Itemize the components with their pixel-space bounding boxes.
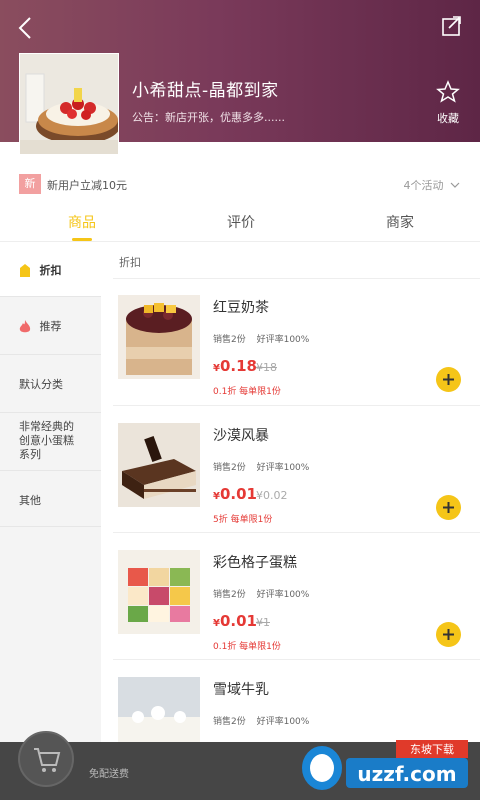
category-label: 其他 — [19, 494, 41, 507]
favorite-button[interactable]: 收藏 — [428, 80, 468, 126]
product-item[interactable]: 沙漠风暴 销售2份 好评率100% ¥0.01 ¥0.02 5折 每单限1份 — [101, 423, 480, 550]
share-button[interactable] — [440, 14, 464, 38]
discount-limit: 5折 每单限1份 — [213, 515, 273, 525]
watermark-main-text: uzzf.com — [357, 762, 456, 786]
new-user-badge: 新 — [19, 174, 41, 194]
flame-icon — [19, 320, 31, 333]
activities-count: 4个活动 — [403, 179, 444, 192]
chevron-down-icon — [450, 182, 460, 188]
currency-symbol: ¥ — [213, 491, 220, 502]
product-name: 红豆奶茶 — [213, 300, 269, 316]
tab-reviews[interactable]: 评价 — [211, 212, 271, 232]
category-label-line: 非常经典的 — [19, 420, 74, 433]
category-recommend[interactable]: 推荐 — [0, 297, 101, 355]
product-item[interactable]: 红豆奶茶 销售2份 好评率100% ¥0.18 ¥18 0.1折 每单限1份 — [101, 295, 480, 422]
activities-toggle[interactable]: 4个活动 — [404, 177, 461, 193]
product-image — [118, 550, 200, 634]
category-discount[interactable]: 折扣 — [0, 243, 101, 297]
sales-count: 销售2份 — [213, 335, 246, 345]
sales-count: 销售2份 — [213, 463, 246, 473]
discount-limit: 0.1折 每单限1份 — [213, 387, 281, 397]
section-title: 折扣 — [119, 256, 141, 269]
product-price: ¥0.01 — [213, 485, 257, 503]
original-price: ¥18 — [256, 361, 277, 374]
favorite-label: 收藏 — [437, 112, 459, 125]
product-stats: 销售2份 好评率100% — [213, 460, 309, 473]
rating-rate: 好评率100% — [256, 717, 310, 727]
product-name: 彩色格子蛋糕 — [213, 555, 297, 571]
currency-symbol: ¥ — [213, 363, 220, 374]
plus-icon — [443, 374, 454, 385]
divider — [113, 405, 480, 406]
product-price: ¥0.18 — [213, 357, 257, 375]
category-label: 折扣 — [39, 264, 62, 277]
product-stats: 销售2份 好评率100% — [213, 714, 309, 727]
product-price: ¥0.01 — [213, 612, 257, 630]
active-tab-indicator — [72, 238, 92, 241]
sales-count: 销售2份 — [213, 717, 246, 727]
tab-products[interactable]: 商品 — [52, 212, 112, 232]
product-list: 折扣 红豆奶茶 销售2份 好评率100% ¥0.18 ¥18 0.1折 每单限1… — [101, 243, 480, 800]
price-value: 0.01 — [219, 612, 257, 630]
category-creative-cakes[interactable]: 非常经典的 创意小蛋糕 系列 — [0, 413, 101, 471]
watermark-top-text: 东坡下载 — [410, 743, 454, 756]
product-image — [118, 295, 200, 379]
discount-tag-icon — [20, 264, 30, 277]
tab-bar: 商品 评价 商家 — [0, 204, 480, 242]
product-stats: 销售2份 好评率100% — [213, 332, 309, 345]
shop-notice: 公告：新店开张，优惠多多...... — [132, 111, 285, 124]
product-name: 沙漠风暴 — [213, 428, 269, 444]
divider — [113, 278, 480, 279]
tab-merchant[interactable]: 商家 — [370, 212, 430, 232]
cart-icon — [34, 748, 61, 772]
plus-icon — [443, 629, 454, 640]
discount-limit: 0.1折 每单限1份 — [213, 642, 281, 652]
original-price: ¥0.02 — [256, 489, 288, 502]
rating-rate: 好评率100% — [256, 335, 310, 345]
category-other[interactable]: 其他 — [0, 471, 101, 527]
category-label-line: 创意小蛋糕 — [19, 434, 74, 447]
star-outline-icon — [436, 80, 460, 103]
add-to-cart-button[interactable] — [436, 495, 461, 520]
share-icon — [442, 16, 461, 36]
sales-count: 销售2份 — [213, 590, 246, 600]
back-button[interactable] — [14, 14, 38, 42]
price-value: 0.18 — [219, 357, 257, 375]
product-stats: 销售2份 好评率100% — [213, 587, 309, 600]
site-watermark: 东坡下载 uzzf.com — [296, 734, 476, 796]
category-sidebar: 折扣 推荐 默认分类 非常经典的 创意小蛋糕 系列 其他 — [0, 243, 101, 800]
category-label: 推荐 — [39, 320, 62, 333]
promo-row[interactable]: 新 新用户立减10元 4个活动 — [0, 168, 480, 198]
shop-logo-image — [19, 53, 119, 155]
cart-button[interactable] — [18, 731, 74, 787]
rating-rate: 好评率100% — [256, 590, 310, 600]
category-default[interactable]: 默认分类 — [0, 355, 101, 413]
add-to-cart-button[interactable] — [436, 622, 461, 647]
category-label: 默认分类 — [19, 378, 63, 391]
product-item[interactable]: 彩色格子蛋糕 销售2份 好评率100% ¥0.01 ¥1 0.1折 每单限1份 — [101, 550, 480, 677]
shop-name: 小希甜点-晶都到家 — [132, 81, 279, 101]
shop-header: 小希甜点-晶都到家 公告：新店开张，优惠多多...... 收藏 — [0, 0, 480, 155]
divider — [113, 659, 480, 660]
uzzf-logo-icon: 东坡下载 uzzf.com — [302, 740, 468, 790]
delivery-fee-text: 免配送费 — [89, 769, 129, 780]
original-price: ¥1 — [256, 616, 270, 629]
product-image — [118, 423, 200, 507]
plus-icon — [443, 502, 454, 513]
divider — [113, 532, 480, 533]
add-to-cart-button[interactable] — [436, 367, 461, 392]
price-value: 0.01 — [219, 485, 257, 503]
category-label-line: 系列 — [19, 448, 41, 461]
rating-rate: 好评率100% — [256, 463, 310, 473]
back-chevron-icon — [18, 17, 31, 39]
product-name: 雪域牛乳 — [213, 682, 269, 698]
promo-text: 新用户立减10元 — [47, 179, 127, 192]
currency-symbol: ¥ — [213, 618, 220, 629]
